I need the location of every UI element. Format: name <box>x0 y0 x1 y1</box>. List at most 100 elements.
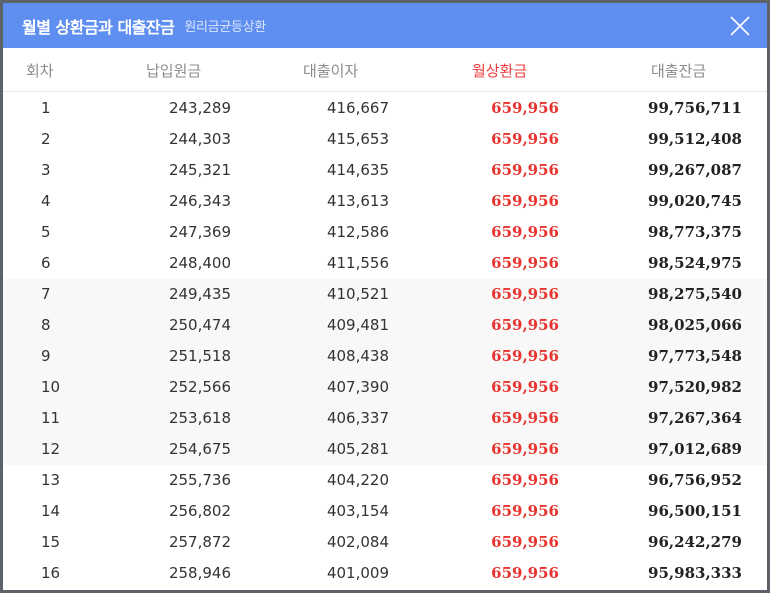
cell-balance: 98,773,375 <box>648 223 742 241</box>
cell-balance: 97,012,689 <box>648 440 742 458</box>
header-interest: 대출이자 <box>303 62 359 80</box>
cell-round: 9 <box>41 347 51 365</box>
cell-interest: 413,613 <box>326 192 389 210</box>
cell-interest: 408,438 <box>326 347 389 365</box>
cell-round: 6 <box>41 254 51 272</box>
cell-monthly-payment: 659,956 <box>491 502 559 520</box>
header-principal: 납입원금 <box>146 62 202 80</box>
cell-balance: 99,756,711 <box>648 99 742 117</box>
table-row: 7 249,435 410,521 659,956 98,275,540 <box>3 279 767 310</box>
cell-principal: 243,289 <box>168 99 231 117</box>
cell-monthly-payment: 659,956 <box>491 533 559 551</box>
cell-round: 2 <box>41 130 51 148</box>
cell-monthly-payment: 659,956 <box>491 316 559 334</box>
table-row: 2 244,303 415,653 659,956 99,512,408 <box>3 124 767 155</box>
cell-monthly-payment: 659,956 <box>491 409 559 427</box>
cell-interest: 403,154 <box>326 502 389 520</box>
table-row: 8 250,474 409,481 659,956 98,025,066 <box>3 310 767 341</box>
cell-monthly-payment: 659,956 <box>491 378 559 396</box>
dialog-title: 월별 상환금과 대출잔금 <box>22 17 175 37</box>
header-round: 회차 <box>26 62 54 80</box>
cell-principal: 251,518 <box>168 347 231 365</box>
header-balance: 대출잔금 <box>651 62 707 80</box>
cell-balance: 97,520,982 <box>648 378 742 396</box>
cell-principal: 244,303 <box>168 130 231 148</box>
cell-monthly-payment: 659,956 <box>491 130 559 148</box>
cell-principal: 252,566 <box>168 378 231 396</box>
dialog-subtitle: 원리금균등상환 <box>184 20 266 35</box>
cell-principal: 253,618 <box>168 409 231 427</box>
cell-round: 3 <box>41 161 51 179</box>
cell-balance: 98,275,540 <box>648 285 742 303</box>
cell-round: 1 <box>41 99 51 117</box>
table-row: 14 256,802 403,154 659,956 96,500,151 <box>3 496 767 527</box>
cell-principal: 258,946 <box>168 564 231 582</box>
cell-monthly-payment: 659,956 <box>491 161 559 179</box>
table-body[interactable]: 1 243,289 416,667 659,956 99,756,711 2 244,303… <box>3 93 767 590</box>
table-row: 10 252,566 407,390 659,956 97,520,982 <box>3 372 767 403</box>
cell-monthly-payment: 659,956 <box>491 347 559 365</box>
cell-principal: 245,321 <box>168 161 231 179</box>
table-row: 12 254,675 405,281 659,956 97,012,689 <box>3 434 767 465</box>
cell-round: 16 <box>41 564 61 582</box>
cell-round: 7 <box>41 285 51 303</box>
cell-balance: 97,267,364 <box>648 409 742 427</box>
cell-monthly-payment: 659,956 <box>491 192 559 210</box>
cell-balance: 99,512,408 <box>648 130 742 148</box>
close-button[interactable] <box>729 15 751 37</box>
table-row: 4 246,343 413,613 659,956 99,020,745 <box>3 186 767 217</box>
cell-balance: 97,773,548 <box>648 347 742 365</box>
cell-principal: 248,400 <box>168 254 231 272</box>
cell-balance: 96,500,151 <box>648 502 742 520</box>
table-header: 회차 납입원금 대출이자 월상환금 대출잔금 <box>3 48 767 92</box>
cell-monthly-payment: 659,956 <box>491 223 559 241</box>
cell-interest: 411,556 <box>326 254 389 272</box>
cell-interest: 402,084 <box>326 533 389 551</box>
cell-principal: 255,736 <box>168 471 231 489</box>
cell-round: 5 <box>41 223 51 241</box>
cell-interest: 409,481 <box>326 316 389 334</box>
table-row: 6 248,400 411,556 659,956 98,524,975 <box>3 248 767 279</box>
dialog-titlebar: 월별 상환금과 대출잔금 원리금균등상환 <box>3 3 767 48</box>
cell-balance: 99,267,087 <box>648 161 742 179</box>
table-row: 16 258,946 401,009 659,956 95,983,333 <box>3 558 767 589</box>
cell-principal: 256,802 <box>168 502 231 520</box>
cell-monthly-payment: 659,956 <box>491 440 559 458</box>
cell-round: 11 <box>41 409 61 427</box>
cell-balance: 99,020,745 <box>648 192 742 210</box>
cell-round: 14 <box>41 502 61 520</box>
cell-round: 15 <box>41 533 61 551</box>
header-monthly-payment: 월상환금 <box>472 62 528 80</box>
table-row: 9 251,518 408,438 659,956 97,773,548 <box>3 341 767 372</box>
cell-balance: 96,756,952 <box>648 471 742 489</box>
table-row: 13 255,736 404,220 659,956 96,756,952 <box>3 465 767 496</box>
cell-interest: 410,521 <box>326 285 389 303</box>
cell-principal: 247,369 <box>168 223 231 241</box>
cell-monthly-payment: 659,956 <box>491 285 559 303</box>
cell-interest: 407,390 <box>326 378 389 396</box>
table-row: 5 247,369 412,586 659,956 98,773,375 <box>3 217 767 248</box>
cell-round: 12 <box>41 440 61 458</box>
cell-principal: 257,872 <box>168 533 231 551</box>
cell-principal: 254,675 <box>168 440 231 458</box>
cell-principal: 250,474 <box>168 316 231 334</box>
cell-interest: 406,337 <box>326 409 389 427</box>
table-row: 1 243,289 416,667 659,956 99,756,711 <box>3 93 767 124</box>
cell-interest: 405,281 <box>326 440 389 458</box>
cell-balance: 96,242,279 <box>648 533 742 551</box>
cell-interest: 415,653 <box>326 130 389 148</box>
cell-monthly-payment: 659,956 <box>491 564 559 582</box>
cell-monthly-payment: 659,956 <box>491 471 559 489</box>
cell-interest: 414,635 <box>326 161 389 179</box>
cell-interest: 401,009 <box>326 564 389 582</box>
cell-monthly-payment: 659,956 <box>491 99 559 117</box>
cell-round: 13 <box>41 471 61 489</box>
cell-balance: 98,025,066 <box>648 316 742 334</box>
table-row: 15 257,872 402,084 659,956 96,242,279 <box>3 527 767 558</box>
cell-balance: 95,983,333 <box>648 564 742 582</box>
cell-principal: 249,435 <box>168 285 231 303</box>
cell-balance: 98,524,975 <box>648 254 742 272</box>
close-icon <box>730 16 750 36</box>
repayment-dialog: 월별 상환금과 대출잔금 원리금균등상환 회차 납입원금 대출이자 월상환금 대… <box>0 0 770 593</box>
cell-interest: 416,667 <box>326 99 389 117</box>
